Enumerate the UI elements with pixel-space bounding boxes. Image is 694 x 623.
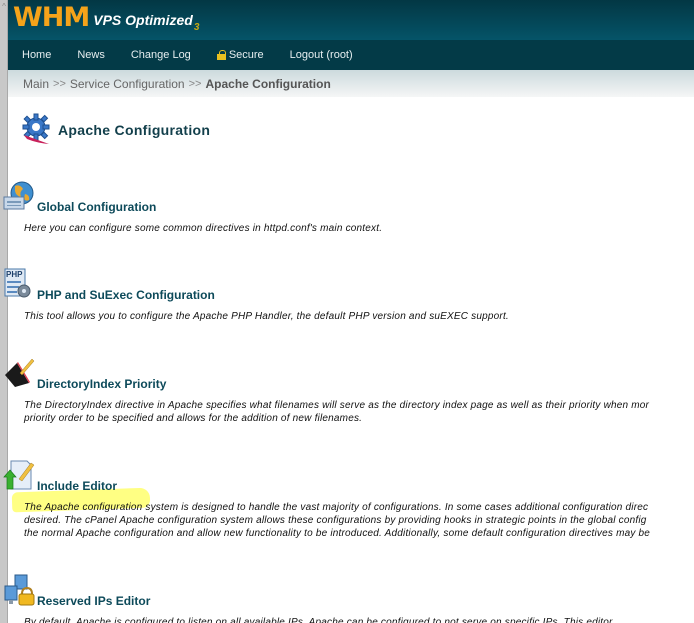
desc-line: The Apache configuration system is desig… <box>24 502 649 513</box>
desc-line: This tool allows you to configure the Ap… <box>24 311 509 322</box>
top-nav: Home News Change Log Secure Logout (root… <box>8 40 694 70</box>
lock-icon <box>216 50 226 60</box>
desc-line: Here you can configure some common direc… <box>24 223 383 234</box>
global-configuration-link[interactable]: Global Configuration <box>37 200 156 214</box>
nav-home[interactable]: Home <box>22 49 51 61</box>
breadcrumb: Main >> Service Configuration >> Apache … <box>8 70 694 97</box>
whm-logo[interactable]: WHM VPS Optimized 3 <box>13 2 200 34</box>
breadcrumb-separator: >> <box>53 77 66 90</box>
reserved-ips-editor-desc: By default, Apache is configured to list… <box>24 616 613 623</box>
php-suexec-configuration-link[interactable]: PHP and SuExec Configuration <box>37 288 215 302</box>
page-title: Apache Configuration <box>58 122 211 138</box>
logo-sub: VPS Optimized <box>93 12 193 28</box>
php-config-icon: PHP <box>4 268 31 298</box>
reserved-ips-editor-link[interactable]: Reserved IPs Editor <box>37 594 150 608</box>
nav-logout[interactable]: Logout (root) <box>290 49 353 61</box>
desc-line: desired. The cPanel Apache configuration… <box>24 515 647 526</box>
globe-config-icon <box>3 181 34 210</box>
logo-version: 3 <box>193 22 200 33</box>
apache-gear-icon <box>22 113 50 144</box>
svg-text:PHP: PHP <box>6 270 23 279</box>
scroll-up-arrow-icon[interactable]: ^ <box>0 2 8 12</box>
header: WHM VPS Optimized 3 <box>8 0 694 40</box>
book-pencil-icon <box>5 358 35 387</box>
list-item-directoryindex-priority: DirectoryIndex Priority The DirectoryInd… <box>3 357 649 425</box>
breadcrumb-service-configuration[interactable]: Service Configuration <box>70 77 185 91</box>
include-editor-desc: The Apache configuration system is desig… <box>24 501 650 540</box>
nav-home-label: Home <box>22 49 52 61</box>
directoryindex-priority-desc: The DirectoryIndex directive in Apache s… <box>24 399 649 425</box>
include-editor-link[interactable]: Include Editor <box>37 479 117 493</box>
breadcrumb-main[interactable]: Main <box>23 77 49 91</box>
list-item-include-editor: Include Editor The Apache configuration … <box>3 459 650 540</box>
desc-line: By default, Apache is configured to list… <box>24 617 613 623</box>
nav-news[interactable]: News <box>77 49 105 61</box>
nav-change-log[interactable]: Change Log <box>131 49 191 61</box>
include-editor-icon <box>3 460 35 490</box>
desc-line: The DirectoryIndex directive in Apache s… <box>24 400 650 411</box>
nav-secure[interactable]: Secure <box>216 49 264 61</box>
global-configuration-desc: Here you can configure some common direc… <box>24 222 382 235</box>
logo-main: WHM <box>13 2 90 33</box>
list-item-reserved-ips-editor: Reserved IPs Editor By default, Apache i… <box>3 574 613 623</box>
nav-secure-label: Secure <box>228 49 264 61</box>
breadcrumb-separator: >> <box>188 77 202 90</box>
directoryindex-priority-link[interactable]: DirectoryIndex Priority <box>37 377 166 391</box>
desc-line: the normal Apache configuration and allo… <box>24 528 651 539</box>
breadcrumb-current: Apache Configuration <box>205 76 331 91</box>
reserved-ips-icon <box>4 574 35 606</box>
nav-news-label: News <box>77 49 105 61</box>
php-suexec-configuration-desc: This tool allows you to configure the Ap… <box>24 310 509 323</box>
list-item-php-suexec-configuration: PHP PHP and SuExec Configuration This to… <box>3 268 509 323</box>
list-item-global-configuration: Global Configuration Here you can config… <box>3 180 382 235</box>
page-title-row: Apache Configuration <box>19 113 210 147</box>
nav-change-log-label: Change Log <box>130 49 191 61</box>
nav-logout-label: Logout (root) <box>289 49 353 61</box>
desc-line: priority order to be specified and allow… <box>24 413 363 424</box>
